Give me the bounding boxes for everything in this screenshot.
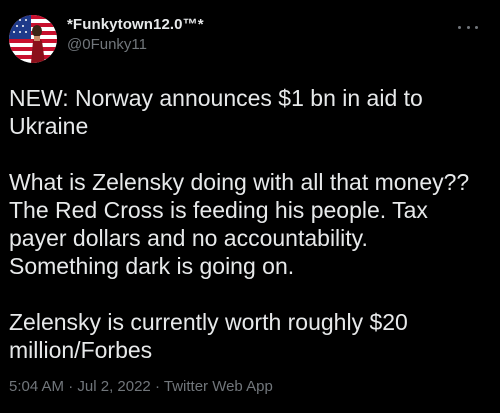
avatar-flag-portrait-icon [9, 15, 57, 63]
tweet-date[interactable]: Jul 2, 2022 [77, 378, 150, 395]
more-horizontal-icon [475, 25, 478, 29]
tweet-meta: 5:04 AM · Jul 2, 2022 · Twitter Web App [9, 378, 273, 396]
more-options-button[interactable] [458, 22, 478, 32]
author-handle[interactable]: @0Funky11 [67, 37, 204, 52]
tweet-time[interactable]: 5:04 AM [9, 378, 64, 395]
tweet: *Funkytown12.0™* @0Funky11 NEW: Norway a… [0, 0, 500, 413]
tweet-paragraph: What is Zelensky doing with all that mon… [9, 169, 476, 279]
tweet-source[interactable]: Twitter Web App [164, 378, 273, 395]
author-info: *Funkytown12.0™* @0Funky11 [67, 17, 204, 52]
tweet-paragraph: NEW: Norway announces $1 bn in aid to Uk… [9, 85, 430, 139]
meta-separator: · [68, 378, 74, 395]
tweet-paragraph: Zelensky is currently worth roughly $20 … [9, 309, 415, 363]
meta-separator: · [154, 378, 160, 395]
more-horizontal-icon [466, 25, 470, 29]
avatar[interactable] [9, 15, 57, 63]
tweet-text: NEW: Norway announces $1 bn in aid to Uk… [9, 84, 479, 364]
more-horizontal-icon [458, 25, 461, 29]
author-display-name[interactable]: *Funkytown12.0™* [67, 17, 204, 32]
